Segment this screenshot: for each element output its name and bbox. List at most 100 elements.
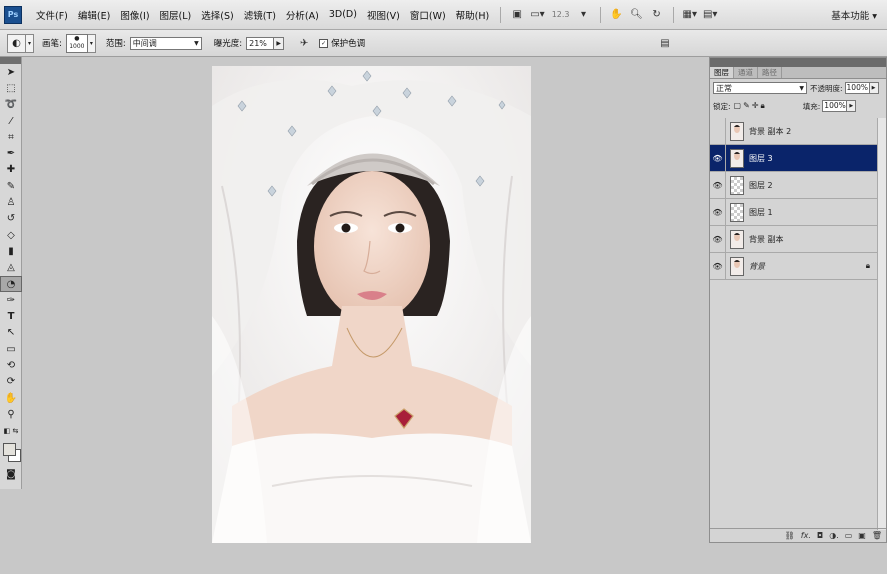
adjustment-icon[interactable]: ◑. bbox=[829, 531, 839, 540]
pen-tool-icon[interactable]: ✑ bbox=[0, 292, 22, 308]
screen-mode-icon[interactable]: ▤▾ bbox=[703, 7, 717, 23]
eye-icon[interactable]: 👁︎ bbox=[710, 226, 726, 252]
blur-tool-icon[interactable]: ◬ bbox=[0, 260, 22, 276]
crop-tool-icon[interactable]: ⌗ bbox=[0, 129, 22, 145]
tab-paths[interactable]: 路径 bbox=[758, 67, 782, 78]
layer-row[interactable]: 👁︎ 背景 副本 bbox=[710, 226, 880, 253]
healing-brush-tool-icon[interactable]: ✚ bbox=[0, 162, 22, 178]
toolbox: ➤ ⬚ ➰ ⁄ ⌗ ✒ ✚ ✎ ♙ ↺ ◇ ▮ ◬ ◔ ✑ T ↖ ▭ ⟲ ⟳ … bbox=[0, 57, 22, 489]
eraser-tool-icon[interactable]: ◇ bbox=[0, 227, 22, 243]
zoom-tool-icon[interactable]: ⚲ bbox=[0, 406, 22, 422]
hand-icon[interactable]: ✋ bbox=[610, 7, 624, 23]
eye-icon[interactable]: 👁︎ bbox=[710, 172, 726, 198]
layer-row[interactable]: 👁︎ 图层 2 bbox=[710, 172, 880, 199]
menu-edit[interactable]: 编辑(E) bbox=[73, 8, 115, 22]
gradient-tool-icon[interactable]: ▮ bbox=[0, 243, 22, 259]
menu-filter[interactable]: 滤镜(T) bbox=[239, 8, 281, 22]
airbrush-icon[interactable]: ✈ bbox=[297, 35, 311, 51]
hand-tool-icon[interactable]: ✋ bbox=[0, 390, 22, 406]
menu-view[interactable]: 视图(V) bbox=[362, 8, 405, 22]
photoshop-logo[interactable]: Ps bbox=[4, 5, 22, 24]
marquee-tool-icon[interactable]: ⬚ bbox=[0, 80, 22, 96]
blend-mode-select[interactable]: 正常 ▼ bbox=[713, 82, 807, 94]
protect-tones-checkbox[interactable]: ✓ bbox=[319, 38, 329, 48]
brush-picker-dropdown[interactable]: ▾ bbox=[87, 33, 96, 53]
visibility-toggle[interactable]: 👁︎ bbox=[710, 118, 726, 144]
eye-icon[interactable]: 👁︎ bbox=[710, 253, 726, 279]
bridge-icon[interactable]: ▣ bbox=[510, 7, 524, 23]
tab-layers[interactable]: 图层 bbox=[710, 67, 734, 78]
layer-name: 图层 1 bbox=[749, 207, 773, 217]
layer-name: 背景 副本 2 bbox=[749, 126, 792, 136]
panel-toggle-icon[interactable]: ▤ bbox=[658, 35, 672, 51]
tab-channels[interactable]: 通道 bbox=[734, 67, 758, 78]
layers-panel: 图层 通道 路径 正常 ▼ 不透明度: 100% ▶ 锁定: ▢✎✛🔒︎ 填充:… bbox=[709, 57, 887, 543]
type-tool-icon[interactable]: T bbox=[0, 308, 22, 324]
toolbox-header[interactable] bbox=[0, 57, 21, 64]
layer-thumbnail bbox=[730, 175, 744, 195]
brush-picker[interactable]: ● 1000 bbox=[65, 33, 88, 53]
quick-mask-icon[interactable]: ◙ bbox=[0, 467, 22, 483]
menu-3d[interactable]: 3D(D) bbox=[324, 9, 362, 20]
fill-slider-button[interactable]: ▶ bbox=[847, 100, 857, 112]
fill-label: 填充: bbox=[802, 101, 821, 111]
menu-analysis[interactable]: 分析(A) bbox=[281, 8, 324, 22]
tool-preset-dropdown[interactable]: ▾ bbox=[26, 33, 34, 53]
zoom-dropdown-icon[interactable]: ▾ bbox=[577, 7, 591, 23]
3d-orbit-tool-icon[interactable]: ⟳ bbox=[0, 374, 22, 390]
menu-layer[interactable]: 图层(L) bbox=[155, 8, 197, 22]
mask-icon[interactable]: ◘ bbox=[817, 531, 823, 540]
fill-input[interactable]: 100% bbox=[822, 100, 848, 112]
trash-icon[interactable]: 🗑︎ bbox=[872, 531, 882, 540]
range-select[interactable]: 中间调 ▼ bbox=[129, 36, 202, 50]
arrange-documents-icon[interactable]: ▦▾ bbox=[683, 7, 697, 23]
layer-row[interactable]: 👁︎ 图层 1 bbox=[710, 199, 880, 226]
shape-tool-icon[interactable]: ▭ bbox=[0, 341, 22, 357]
dodge-tool-icon[interactable]: ◔ bbox=[0, 275, 22, 293]
opacity-input[interactable]: 100% bbox=[844, 82, 870, 94]
view-extras-icon[interactable]: ▭▾ bbox=[530, 7, 544, 23]
fx-icon[interactable]: fx. bbox=[801, 531, 811, 540]
exposure-slider-button[interactable]: ▶ bbox=[274, 36, 285, 50]
range-label: 范围: bbox=[105, 39, 126, 49]
eye-icon[interactable]: 👁︎ bbox=[710, 145, 726, 171]
menu-window[interactable]: 窗口(W) bbox=[405, 8, 451, 22]
new-layer-icon[interactable]: ▣ bbox=[858, 531, 866, 540]
layer-thumbnail bbox=[730, 121, 744, 141]
rotate-view-icon[interactable]: ↻ bbox=[650, 7, 664, 23]
layers-scrollbar[interactable] bbox=[877, 118, 886, 530]
lasso-tool-icon[interactable]: ➰ bbox=[0, 97, 22, 113]
exposure-label: 曝光度: bbox=[213, 39, 243, 49]
layer-row[interactable]: 👁︎ 图层 3 bbox=[710, 145, 880, 172]
exposure-input[interactable]: 21% bbox=[246, 36, 275, 50]
eye-icon[interactable]: 👁︎ bbox=[710, 199, 726, 225]
layer-row[interactable]: 👁︎ 背景 🔒︎ bbox=[710, 253, 880, 280]
layer-photo-thumb bbox=[731, 122, 743, 140]
zoom-icon[interactable]: 🔍︎ bbox=[630, 7, 644, 23]
workspace-switcher[interactable]: 基本功能 ▾ bbox=[831, 8, 877, 22]
panel-header[interactable] bbox=[710, 58, 886, 67]
menu-help[interactable]: 帮助(H) bbox=[451, 8, 495, 22]
link-icon[interactable]: ⛓ bbox=[785, 531, 795, 540]
swap-colors-icon[interactable]: ◧ ⇆ bbox=[0, 423, 22, 439]
menu-select[interactable]: 选择(S) bbox=[196, 8, 238, 22]
quick-select-tool-icon[interactable]: ⁄ bbox=[0, 113, 22, 129]
eyedropper-tool-icon[interactable]: ✒ bbox=[0, 145, 22, 161]
brush-tool-icon[interactable]: ✎ bbox=[0, 178, 22, 194]
3d-rotate-tool-icon[interactable]: ⟲ bbox=[0, 357, 22, 373]
zoom-level[interactable]: 12.3 bbox=[552, 10, 570, 19]
tool-preset-icon[interactable]: ◐ bbox=[7, 33, 26, 53]
foreground-color-swatch[interactable] bbox=[3, 442, 16, 456]
menu-file[interactable]: 文件(F) bbox=[31, 8, 73, 22]
path-select-tool-icon[interactable]: ↖ bbox=[0, 325, 22, 341]
clone-stamp-tool-icon[interactable]: ♙ bbox=[0, 194, 22, 210]
move-tool-icon[interactable]: ➤ bbox=[0, 64, 22, 80]
menu-image[interactable]: 图像(I) bbox=[115, 8, 154, 22]
lock-options-icon[interactable]: ▢✎✛🔒︎ bbox=[734, 101, 767, 111]
folder-icon[interactable]: ▭ bbox=[845, 531, 853, 540]
layer-row[interactable]: 👁︎ 背景 副本 2 bbox=[710, 118, 880, 145]
opacity-slider-button[interactable]: ▶ bbox=[869, 82, 879, 94]
menubar-separator bbox=[599, 6, 601, 23]
history-brush-tool-icon[interactable]: ↺ bbox=[0, 211, 22, 227]
document-image[interactable] bbox=[212, 66, 531, 543]
